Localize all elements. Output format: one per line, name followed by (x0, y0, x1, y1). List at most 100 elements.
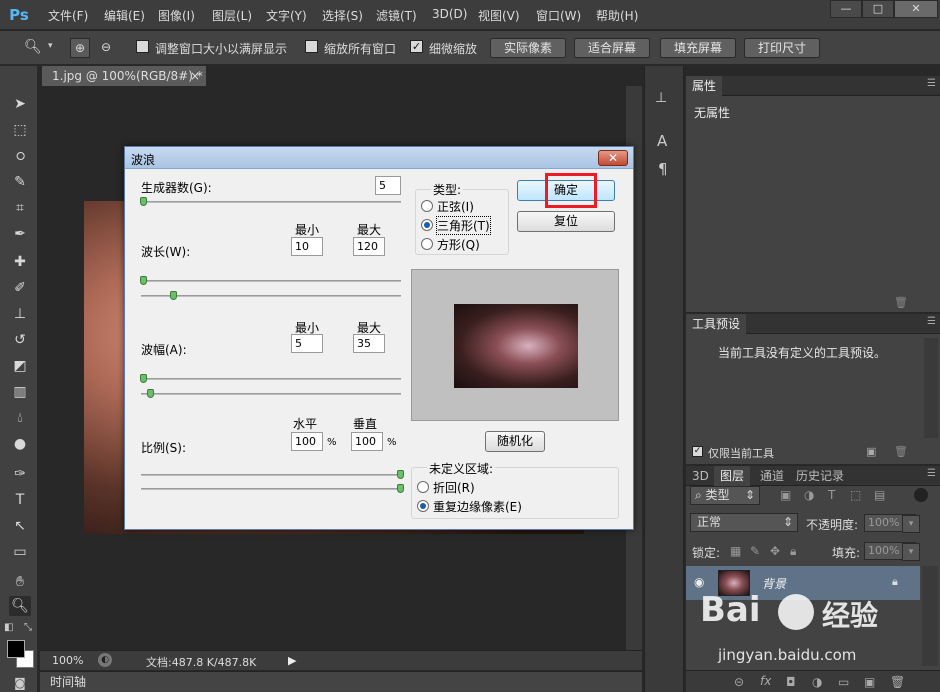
layer-visibility-eye-icon[interactable]: ◉ (694, 575, 704, 589)
marquee-tool-icon[interactable]: ⬚ (9, 120, 31, 140)
tool-presets-panel-menu-icon[interactable]: ☰ (927, 316, 936, 327)
properties-delete-icon[interactable]: 🗑︎ (894, 296, 908, 309)
close-button[interactable]: ✕ (894, 0, 938, 18)
resize-windows-checkbox[interactable] (136, 40, 149, 53)
minimize-button[interactable]: — (830, 0, 862, 18)
menu-filter[interactable]: 滤镜(T) (376, 7, 417, 24)
link-layers-icon[interactable]: ⊝ (734, 675, 744, 689)
restore-button[interactable]: □ (862, 0, 894, 18)
adjustment-layer-icon[interactable]: ◑ (812, 675, 822, 689)
zoom-out-icon[interactable]: ⊖ (96, 38, 116, 58)
lock-position-icon[interactable]: ✥ (770, 544, 780, 558)
character-dock-icon[interactable]: A (657, 132, 667, 150)
amplitude-min-input[interactable]: 5 (291, 334, 323, 353)
generators-slider-track[interactable] (141, 201, 401, 203)
zoom-level[interactable]: 100% (52, 654, 83, 667)
repeat-edge-radio[interactable] (417, 500, 429, 512)
new-layer-icon[interactable]: ▣ (864, 675, 875, 689)
opacity-chevron-icon[interactable]: ▾ (902, 515, 920, 533)
current-tool-only-checkbox[interactable]: ✓ (692, 446, 703, 457)
tab-properties[interactable]: 属性 (686, 76, 723, 96)
menu-3d[interactable]: 3D(D) (432, 7, 467, 21)
delete-layer-icon[interactable]: 🗑︎ (890, 675, 905, 689)
amplitude-max-slider-thumb[interactable] (147, 389, 154, 398)
quick-mask-icon[interactable]: ◙ (10, 676, 30, 692)
layers-panel-menu-icon[interactable]: ☰ (927, 468, 936, 479)
pen-tool-icon[interactable]: ✑ (9, 464, 31, 484)
tab-3d[interactable]: 3D (686, 466, 715, 486)
lasso-tool-icon[interactable]: ഠ (9, 146, 31, 166)
new-preset-icon[interactable]: ▣ (866, 445, 876, 458)
amplitude-min-slider-thumb[interactable] (140, 374, 147, 383)
tab-history[interactable]: 历史记录 (790, 466, 850, 486)
hand-tool-icon[interactable]: ✋︎ (9, 572, 31, 592)
wavelength-min-slider-thumb[interactable] (140, 276, 147, 285)
wavelength-max-slider-thumb[interactable] (170, 291, 177, 300)
menu-image[interactable]: 图像(I) (158, 7, 195, 24)
layers-scrollbar[interactable] (922, 566, 938, 666)
blur-tool-icon[interactable]: 💧︎ (9, 408, 31, 428)
blend-mode-select[interactable]: 正常 ⇕ (690, 513, 798, 532)
menu-view[interactable]: 视图(V) (478, 7, 520, 24)
crop-tool-icon[interactable]: ⌗ (9, 198, 31, 218)
properties-panel-menu-icon[interactable]: ☰ (927, 78, 936, 89)
lock-pixels-icon[interactable]: ✎ (750, 544, 760, 558)
menu-select[interactable]: 选择(S) (322, 7, 363, 24)
menu-edit[interactable]: 编辑(E) (104, 7, 145, 24)
amplitude-max-slider-track[interactable] (141, 393, 401, 395)
scale-horizontal-slider-track[interactable] (141, 474, 401, 476)
scale-horizontal-slider-thumb[interactable] (397, 470, 404, 479)
shape-tool-icon[interactable]: ▭ (9, 542, 31, 562)
add-mask-icon[interactable]: ◘ (786, 675, 796, 689)
dialog-close-icon[interactable]: ✕ (598, 150, 628, 166)
tool-presets-scrollbar[interactable] (924, 338, 938, 438)
tool-preset-chevron-icon[interactable]: ▾ (48, 41, 53, 51)
share-icon[interactable]: ◐ (98, 653, 112, 667)
reset-button[interactable]: 复位 (517, 211, 615, 232)
swap-colors-icon[interactable]: ⤡ (24, 622, 32, 633)
wrap-around-radio[interactable] (417, 481, 429, 493)
generators-input[interactable]: 5 (375, 176, 401, 195)
menu-type[interactable]: 文字(Y) (266, 7, 307, 24)
zoom-tool-icon[interactable]: 🔍︎ (24, 39, 42, 55)
status-menu-arrow-icon[interactable]: ▶ (288, 654, 296, 667)
type-tool-icon[interactable]: T (9, 490, 31, 510)
layer-style-icon[interactable]: fx (760, 674, 771, 688)
tab-tool-presets[interactable]: 工具预设 (686, 314, 747, 334)
lock-all-icon[interactable]: 🔒︎ (790, 544, 796, 559)
fit-screen-button[interactable]: 适合屏幕 (574, 38, 650, 58)
type-triangle-radio[interactable] (421, 219, 433, 231)
tool-presets-dock-icon[interactable]: ⊥ (655, 90, 667, 106)
wavelength-max-slider-track[interactable] (141, 295, 401, 297)
scrubby-zoom-checkbox[interactable]: ✓ (410, 40, 423, 53)
scale-horizontal-input[interactable]: 100 (291, 432, 323, 451)
preset-delete-icon[interactable]: 🗑︎ (894, 445, 908, 458)
gradient-tool-icon[interactable]: ▥ (9, 382, 31, 402)
document-tab[interactable]: 1.jpg @ 100%(RGB/8#) * × (42, 66, 206, 86)
filter-toggle[interactable] (914, 488, 928, 502)
randomize-button[interactable]: 随机化 (485, 431, 545, 452)
zoom-tool-selected-icon[interactable]: 🔍︎ (9, 596, 31, 616)
menu-window[interactable]: 窗口(W) (536, 7, 581, 24)
paragraph-dock-icon[interactable]: ¶ (658, 160, 668, 178)
filter-adjustment-icon[interactable]: ◑ (804, 488, 814, 502)
wavelength-max-input[interactable]: 120 (353, 237, 385, 256)
print-size-button[interactable]: 打印尺寸 (744, 38, 820, 58)
filter-type-icon[interactable]: T (828, 488, 835, 502)
wavelength-min-input[interactable]: 10 (291, 237, 323, 256)
eyedropper-tool-icon[interactable]: ✒ (9, 224, 31, 244)
quick-select-tool-icon[interactable]: ✎ (9, 172, 31, 192)
amplitude-max-input[interactable]: 35 (353, 334, 385, 353)
actual-pixels-button[interactable]: 实际像素 (490, 38, 566, 58)
new-group-icon[interactable]: ▭ (838, 675, 849, 689)
layer-name[interactable]: 背景 (762, 575, 786, 592)
eraser-tool-icon[interactable]: ◩ (9, 356, 31, 376)
zoom-in-icon[interactable]: ⊕ (70, 38, 90, 58)
fill-screen-button[interactable]: 填充屏幕 (660, 38, 736, 58)
amplitude-min-slider-track[interactable] (141, 378, 401, 380)
layer-filter-select[interactable]: ⌕ 类型 ⇕ (690, 486, 760, 505)
tab-channels[interactable]: 通道 (754, 466, 790, 486)
menu-file[interactable]: 文件(F) (48, 7, 88, 24)
clone-stamp-tool-icon[interactable]: ⊥ (9, 304, 31, 324)
filter-shape-icon[interactable]: ⬚ (850, 488, 861, 502)
